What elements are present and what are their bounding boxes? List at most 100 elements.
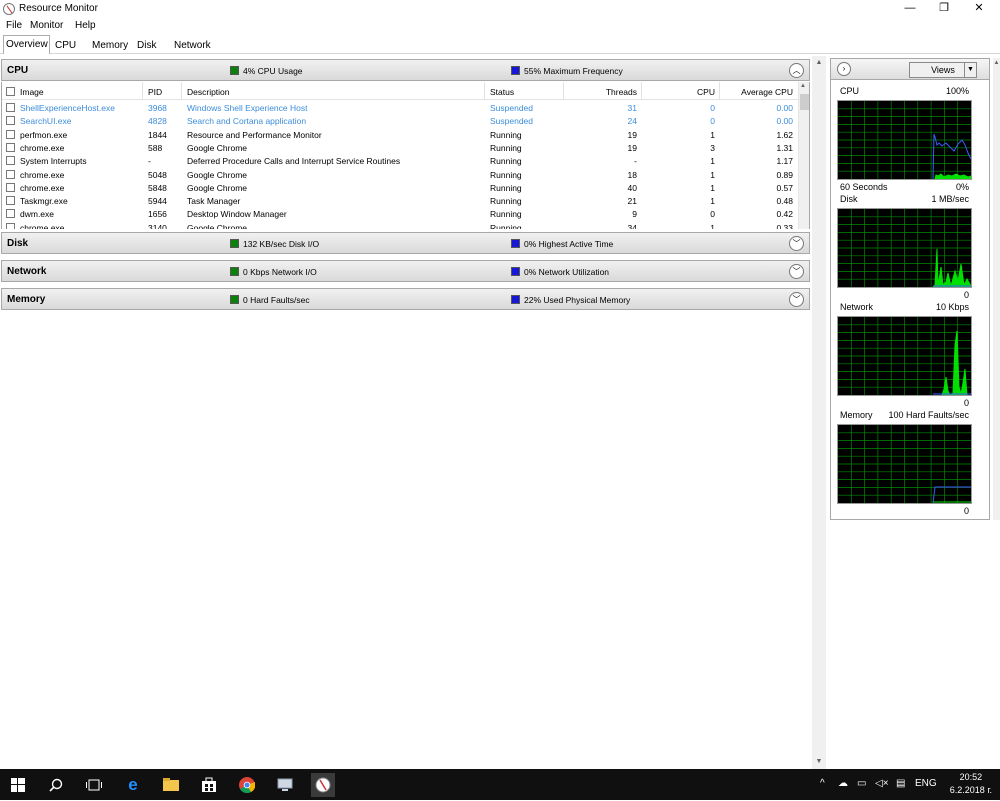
row-checkbox[interactable] [6,196,15,206]
tab-memory[interactable]: Memory [89,37,130,53]
tab-network[interactable]: Network [171,37,212,53]
file-explorer-icon[interactable] [159,773,183,797]
cell-threads: 34 [627,222,637,229]
chrome-icon[interactable] [235,773,259,797]
action-center-icon[interactable]: ▤ [896,778,905,789]
collapse-pane-icon[interactable]: › [837,62,851,76]
cell-threads: 9 [632,209,637,220]
memory-section-header[interactable]: Memory 0 Hard Faults/sec 22% Used Physic… [1,288,810,310]
network-section-header[interactable]: Network 0 Kbps Network I/O 0% Network Ut… [1,260,810,282]
scroll-down-icon[interactable]: ▼ [812,755,826,769]
resource-monitor-taskbar-icon[interactable] [311,773,335,797]
volume-icon[interactable]: ◁× [875,778,889,789]
clock[interactable]: 20:52 6.2.2018 г. [950,771,992,797]
table-row[interactable]: dwm.exe 1656 Desktop Window Manager Running… [2,207,799,220]
table-row[interactable]: chrome.exe 3140 Google Chrome Running 34 1 0.3… [2,221,799,229]
computer-app-icon[interactable] [273,773,297,797]
graphs-scrollbar[interactable]: ▲ [993,58,1000,520]
col-image[interactable]: Image [20,87,44,97]
views-dropdown[interactable]: Views ▼ [909,62,977,78]
title-bar[interactable]: Resource Monitor — ❐ ✕ [0,0,1000,18]
cell-average-cpu: 0.00 [776,103,793,113]
tab-disk[interactable]: Disk [134,37,159,53]
tab-cpu[interactable]: CPU [52,37,78,53]
row-checkbox[interactable] [6,116,15,126]
scroll-up-icon[interactable]: ▲ [993,60,1000,66]
disk-graph [837,208,972,288]
table-row[interactable]: Taskmgr.exe 5944 Task Manager Running 21 1 0.4… [2,194,799,207]
close-button[interactable]: ✕ [962,0,996,18]
table-row[interactable]: chrome.exe 588 Google Chrome Running 19 3 1.31 [2,141,799,154]
table-row[interactable]: chrome.exe 5048 Google Chrome Running 18 1 0.8… [2,168,799,181]
overview-scrollbar[interactable]: ▲ ▼ [812,56,826,769]
menu-help[interactable]: Help [75,20,96,31]
maximize-button[interactable]: ❐ [927,0,961,18]
cell-image: perfmon.exe [20,129,68,140]
row-checkbox[interactable] [6,222,15,229]
cell-description: Google Chrome [187,169,248,180]
row-checkbox[interactable] [6,103,15,112]
cell-status: Running [490,129,522,140]
row-checkbox[interactable] [6,169,15,179]
graphs-pane: › Views ▼ CPU 100% 60 Seconds 0% Disk 1 … [828,56,1000,769]
table-row[interactable]: SearchUI.exe 4828 Search and Cortana appli… [2,114,799,127]
cpu-graph-title: CPU [840,86,860,96]
language-indicator[interactable]: ENG [915,778,937,789]
disk-expand-icon[interactable]: ﹀ [789,236,804,251]
cpu-section-header[interactable]: CPU 4% CPU Usage 55% Maximum Frequency ︿ [1,59,810,81]
cpu-collapse-icon[interactable]: ︿ [789,63,804,78]
row-checkbox[interactable] [6,209,15,219]
cell-average-cpu: 0.48 [776,196,793,207]
table-scroll-thumb[interactable] [800,94,809,110]
cell-status: Running [490,169,522,180]
cpu-graph-timespan: 60 Seconds [840,182,888,192]
row-checkbox[interactable] [6,182,15,192]
cell-description: Search and Cortana application [187,116,307,127]
cell-pid: 588 [148,142,163,153]
cell-threads: 31 [627,103,637,113]
store-icon[interactable] [197,773,221,797]
scroll-up-icon[interactable]: ▲ [812,56,826,70]
table-row[interactable]: ShellExperienceHost.exe 3968 Windows Shell… [2,101,799,114]
search-icon[interactable] [44,773,68,797]
table-row[interactable]: chrome.exe 5848 Google Chrome Running 40 1 0.5… [2,181,799,194]
cell-status: Running [490,209,522,220]
cpu-frequency-trace [932,133,971,179]
col-description[interactable]: Description [187,87,230,97]
menu-file[interactable]: File [6,20,22,31]
scroll-up-icon[interactable]: ▲ [800,83,806,89]
start-icon[interactable] [6,773,30,797]
table-row[interactable]: System Interrupts - Deferred Procedure Cal… [2,154,799,167]
disk-section-header[interactable]: Disk 132 KB/sec Disk I/O 0% Highest Acti… [1,232,810,254]
network-tray-icon[interactable]: ▭ [857,778,866,789]
col-average-cpu[interactable]: Average CPU [721,87,793,97]
col-cpu[interactable]: CPU [643,87,715,97]
tab-overview[interactable]: Overview [3,35,50,54]
cell-pid: 1656 [148,209,167,220]
menu-monitor[interactable]: Monitor [30,20,63,31]
show-hidden-icons-icon[interactable]: ^ [820,778,825,789]
network-section-title: Network [7,266,47,277]
onedrive-icon[interactable]: ☁ [838,778,848,789]
col-pid[interactable]: PID [148,87,162,97]
cell-image: System Interrupts [20,156,87,167]
edge-browser-icon[interactable]: e [121,773,145,797]
table-scrollbar[interactable]: ▲ [798,82,809,229]
col-status[interactable]: Status [490,87,514,97]
network-expand-icon[interactable]: ﹀ [789,264,804,279]
task-view-icon[interactable] [82,773,106,797]
col-threads[interactable]: Threads [565,87,637,97]
cpu-graph-min: 0% [955,182,969,192]
minimize-button[interactable]: — [893,0,927,18]
network-graph [837,316,972,396]
chevron-down-icon[interactable]: ▼ [964,63,976,77]
row-checkbox[interactable] [6,142,15,152]
select-all-checkbox[interactable] [6,87,15,96]
row-checkbox[interactable] [6,129,15,139]
cell-threads: 18 [627,169,637,180]
cell-pid: 5048 [148,169,167,180]
table-row[interactable]: perfmon.exe 1844 Resource and Performance … [2,128,799,141]
row-checkbox[interactable] [6,156,15,166]
cell-cpu: 1 [710,182,715,193]
memory-expand-icon[interactable]: ﹀ [789,292,804,307]
